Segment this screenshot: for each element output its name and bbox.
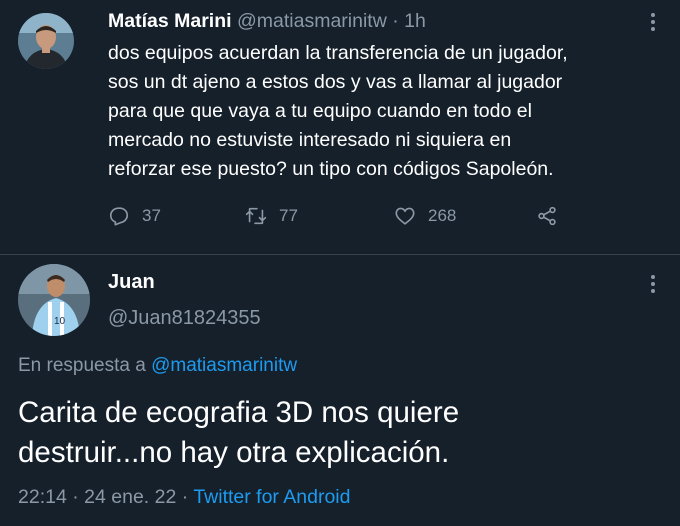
reply-icon (109, 207, 129, 226)
like-count: 268 (428, 206, 457, 225)
svg-text:10: 10 (54, 316, 66, 327)
separator-dot: · (72, 486, 79, 508)
author-name[interactable]: Matías Marini (108, 10, 232, 32)
tweet-header: Matías Marini @matiasmarinitw · 1h (108, 8, 426, 34)
tweet-text-line: sos un dt ajeno a estos dos y vas a llam… (108, 71, 563, 93)
avatar-photo: 10 (18, 264, 90, 336)
separator-dot: · (181, 486, 189, 508)
tweet-time[interactable]: 22:14 (18, 486, 67, 508)
author-handle[interactable]: @Juan81824355 (108, 304, 261, 332)
retweet-count: 77 (279, 206, 298, 225)
tweet-text: Carita de ecografia 3D nos quiere destru… (18, 393, 668, 473)
retweet-button[interactable]: 77 (245, 201, 298, 231)
like-button[interactable]: 268 (394, 201, 456, 231)
more-icon[interactable] (645, 272, 661, 296)
avatar[interactable]: 10 (18, 264, 90, 336)
replying-to-mention[interactable]: @matiasmarinitw (151, 355, 297, 376)
tweet-text-line: reforzar ese puesto? un tipo con códigos… (108, 158, 554, 180)
tweet-text-line: mercado no estuviste interesado ni siqui… (108, 129, 512, 151)
tweet-text-line: Carita de ecografia 3D nos quiere (18, 396, 460, 429)
tweet-source[interactable]: Twitter for Android (193, 486, 350, 508)
retweet-icon (245, 207, 267, 225)
tweet-date[interactable]: 24 ene. 22 (84, 486, 176, 508)
heart-icon (395, 207, 415, 225)
author-name[interactable]: Juan (108, 268, 155, 296)
share-button[interactable] (536, 201, 558, 231)
author-handle[interactable]: @matiasmarinitw (237, 10, 387, 32)
divider (0, 254, 680, 255)
reply-button[interactable]: 37 (108, 201, 161, 231)
tweet[interactable]: Matías Marini @matiasmarinitw · 1h dos e… (0, 0, 680, 255)
reply-count: 37 (142, 206, 161, 225)
separator-dot: · (392, 10, 399, 32)
tweet-text-line: para que que vaya a tu equipo cuando en … (108, 100, 532, 122)
tweet-actions: 37 77 268 (108, 201, 668, 231)
tweet-meta: 22:14 · 24 ene. 22 · Twitter for Android (18, 483, 350, 511)
more-icon[interactable] (645, 10, 661, 34)
tweet-text: dos equipos acuerdan la transferencia de… (108, 39, 668, 184)
avatar-photo (18, 13, 74, 69)
share-icon (538, 206, 556, 226)
avatar[interactable] (18, 13, 74, 69)
tweet-text-line: destruir...no hay otra explicación. (18, 436, 450, 469)
tweet-text-line: dos equipos acuerdan la transferencia de… (108, 42, 568, 64)
replying-prefix: En respuesta a (18, 355, 146, 376)
replying-to: En respuesta a @matiasmarinitw (18, 352, 297, 380)
tweet-time[interactable]: 1h (404, 10, 426, 32)
